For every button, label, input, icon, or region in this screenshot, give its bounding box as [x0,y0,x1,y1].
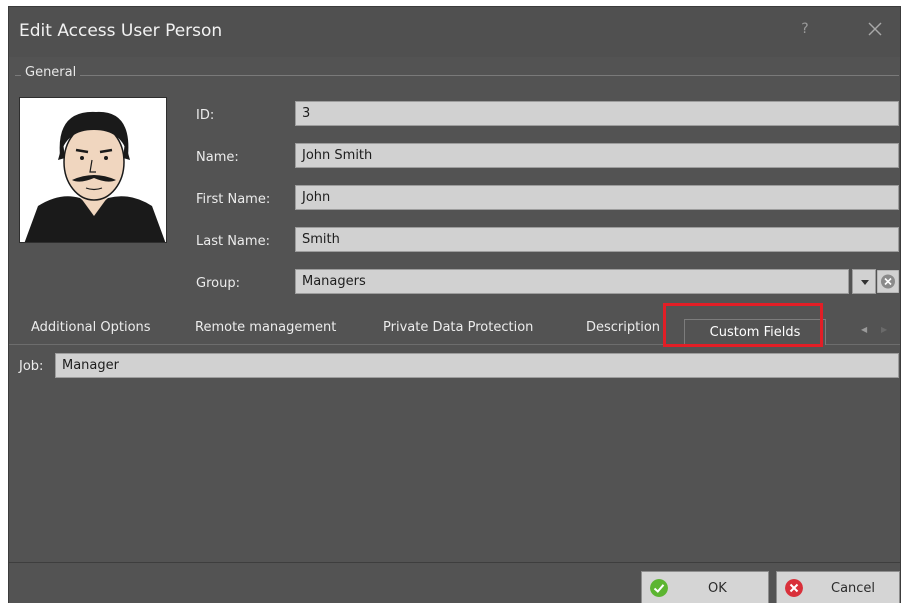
cancel-icon [785,579,803,597]
job-field[interactable]: Manager [55,353,899,378]
help-icon[interactable]: ? [797,21,813,37]
cancel-button[interactable]: Cancel [776,571,900,603]
group-label: Group: [196,276,240,291]
last-name-label: Last Name: [196,234,270,249]
title-bar: Edit Access User Person ? [9,7,900,57]
name-field[interactable]: John Smith [295,143,899,168]
job-label: Job: [19,359,44,374]
group-select[interactable]: Managers [295,269,849,294]
id-label: ID: [196,108,215,123]
first-name-label: First Name: [196,192,271,207]
general-legend: General [21,65,81,80]
id-field[interactable]: 3 [295,101,899,126]
tab-remote-management[interactable]: Remote management [195,320,336,335]
name-label: Name: [196,150,239,165]
last-name-field[interactable]: Smith [295,227,899,252]
first-name-field[interactable]: John [295,185,899,210]
cancel-button-label: Cancel [831,581,876,596]
tab-description[interactable]: Description [586,320,660,335]
tab-private-data-protection[interactable]: Private Data Protection [383,320,533,335]
custom-fields-highlight [663,303,823,347]
tab-scroll-left-icon[interactable]: ◀ [861,325,867,334]
dialog-title: Edit Access User Person [19,21,223,41]
user-photo [19,97,167,243]
ok-button-label: OK [708,581,727,596]
person-avatar-icon [20,98,166,242]
tab-additional-options[interactable]: Additional Options [31,320,151,335]
ok-button[interactable]: OK [641,571,769,603]
clear-icon[interactable] [877,270,899,293]
tab-scroll-right-icon[interactable]: ▶ [881,325,887,334]
chevron-down-icon[interactable] [852,269,876,294]
close-icon[interactable] [864,18,886,40]
checkmark-icon [650,579,668,597]
